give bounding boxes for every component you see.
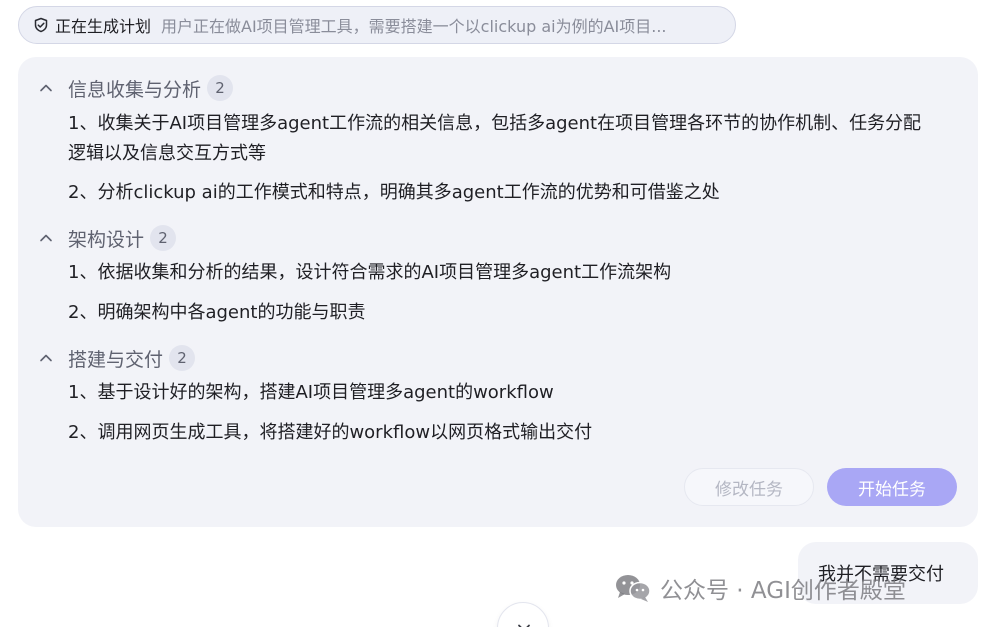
plan-item: 2、明确架构中各agent的功能与职责 bbox=[68, 302, 366, 323]
watermark: 公众号 · AGI创作者殿堂 bbox=[614, 568, 906, 608]
section-count-badge: 2 bbox=[169, 345, 196, 371]
plan-item: 1、依据收集和分析的结果，设计符合需求的AI项目管理多agent工作流架构 bbox=[68, 262, 672, 283]
chevron-down-icon bbox=[518, 624, 530, 627]
chevron-up-icon[interactable] bbox=[38, 80, 54, 96]
plan-item: 1、基于设计好的架构，搭建AI项目管理多agent的workflow bbox=[68, 382, 554, 403]
section-header-architecture[interactable]: 架构设计 2 bbox=[38, 224, 177, 252]
chevron-up-icon[interactable] bbox=[38, 230, 54, 246]
section-title: 架构设计 bbox=[68, 228, 145, 251]
plan-status-description: 用户正在做AI项目管理工具，需要搭建一个以clickup ai为例的AI项目..… bbox=[161, 17, 667, 36]
section-header-info-collection[interactable]: 信息收集与分析 2 bbox=[38, 74, 234, 102]
start-task-button[interactable]: 开始任务 bbox=[827, 468, 957, 506]
watermark-text: 公众号 · AGI创作者殿堂 bbox=[660, 578, 906, 604]
plan-item: 2、分析clickup ai的工作模式和特点，明确其多agent工作流的优势和可… bbox=[68, 182, 720, 203]
plan-item: 2、调用网页生成工具，将搭建好的workflow以网页格式输出交付 bbox=[68, 422, 593, 443]
chevron-up-icon[interactable] bbox=[38, 350, 54, 366]
plan-status-title: 正在生成计划 bbox=[55, 17, 152, 36]
section-count-badge: 2 bbox=[207, 75, 234, 101]
section-count-badge: 2 bbox=[150, 225, 177, 251]
scroll-down-button[interactable] bbox=[497, 602, 549, 627]
plan-item: 1、收集关于AI项目管理多agent工作流的相关信息，包括多agent在项目管理… bbox=[68, 113, 922, 164]
check-shield-icon bbox=[34, 17, 48, 33]
chat-view: 正在生成计划 用户正在做AI项目管理工具，需要搭建一个以clickup ai为例… bbox=[0, 0, 991, 627]
wechat-icon bbox=[616, 575, 651, 602]
plan-status-bar[interactable]: 正在生成计划 用户正在做AI项目管理工具，需要搭建一个以clickup ai为例… bbox=[18, 6, 736, 44]
section-title: 搭建与交付 bbox=[68, 348, 164, 371]
section-title: 信息收集与分析 bbox=[68, 78, 202, 101]
edit-task-button[interactable]: 修改任务 bbox=[684, 468, 814, 506]
section-header-build-delivery[interactable]: 搭建与交付 2 bbox=[38, 344, 196, 372]
plan-card: 信息收集与分析 2 1、收集关于AI项目管理多agent工作流的相关信息，包括多… bbox=[18, 57, 978, 527]
